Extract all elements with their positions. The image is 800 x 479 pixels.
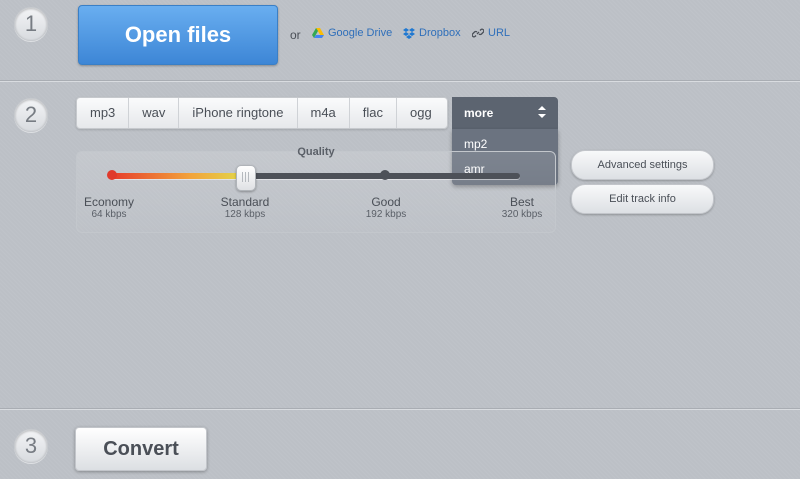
tab-mp3[interactable]: mp3 [77, 98, 130, 128]
quality-slider-fill [110, 173, 244, 179]
tab-iphone-ringtone[interactable]: iPhone ringtone [179, 98, 298, 128]
link-icon [472, 28, 484, 38]
step-number-2: 2 [14, 98, 48, 132]
google-drive-link[interactable]: Google Drive [312, 27, 392, 39]
dropbox-link[interactable]: Dropbox [403, 27, 461, 39]
step-number-3: 3 [14, 429, 48, 463]
tab-m4a[interactable]: m4a [298, 98, 350, 128]
quality-slider-handle[interactable] [236, 165, 256, 191]
quality-stop-economy[interactable] [107, 170, 117, 180]
open-files-button[interactable]: Open files [78, 5, 278, 65]
quality-label-economy: Economy [83, 195, 135, 209]
quality-label-best: Best [509, 195, 534, 209]
quality-panel: Quality Economy 64 kbps Standard 128 kbp… [76, 146, 556, 233]
advanced-settings-button[interactable]: Advanced settings [571, 150, 714, 180]
url-link[interactable]: URL [472, 27, 510, 39]
tab-flac[interactable]: flac [350, 98, 398, 128]
quality-rate-good: 192 kbps [365, 209, 407, 220]
quality-label-good: Good [371, 195, 401, 209]
tab-more[interactable]: more [452, 97, 558, 129]
quality-label-standard: Standard [220, 195, 270, 209]
url-label: URL [488, 27, 511, 39]
google-drive-icon [312, 28, 324, 38]
quality-rate-economy: 64 kbps [91, 209, 127, 220]
step-format-settings: 2 mp3 wav iPhone ringtone m4a flac ogg m… [0, 82, 800, 408]
format-tabs: mp3 wav iPhone ringtone m4a flac ogg [76, 97, 449, 129]
step-convert: 3 Convert [0, 410, 800, 479]
google-drive-label: Google Drive [328, 27, 393, 39]
step-open-files: 1 Open files or Google Drive Dropbox URL [0, 0, 800, 80]
tab-ogg[interactable]: ogg [397, 98, 447, 128]
or-label: or [290, 28, 301, 42]
quality-rate-standard: 128 kbps [224, 209, 266, 220]
edit-track-info-button[interactable]: Edit track info [571, 184, 714, 214]
dropbox-icon [403, 28, 415, 39]
convert-button[interactable]: Convert [75, 427, 207, 471]
dropbox-label: Dropbox [419, 27, 461, 39]
step-number-1: 1 [14, 7, 48, 41]
quality-stop-good[interactable] [380, 170, 390, 180]
up-down-arrows-icon [538, 106, 546, 118]
quality-rate-best: 320 kbps [501, 209, 543, 220]
quality-title: Quality [297, 146, 335, 158]
tab-wav[interactable]: wav [129, 98, 180, 128]
more-tab-label: more [464, 106, 494, 120]
